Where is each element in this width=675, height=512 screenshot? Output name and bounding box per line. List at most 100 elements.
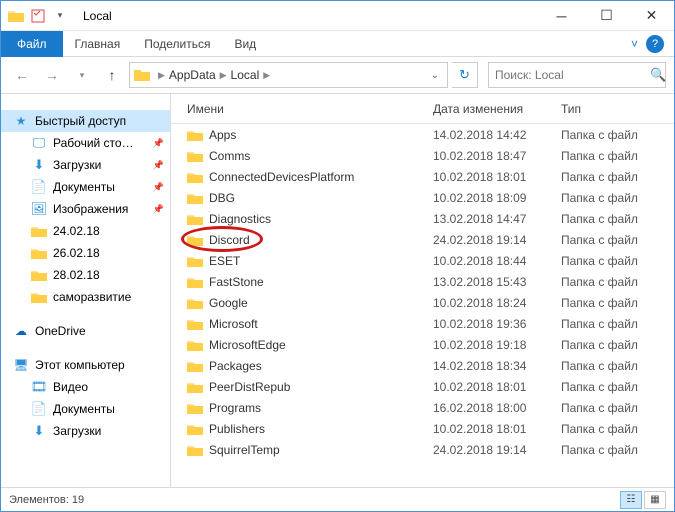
file-name: Comms (209, 149, 250, 163)
file-type: Папка с файл (561, 191, 674, 205)
tab-view[interactable]: Вид (222, 32, 268, 56)
refresh-button[interactable]: ↻ (452, 62, 478, 88)
file-list: Apps14.02.2018 14:42Папка с файлComms10.… (171, 124, 674, 487)
file-name: Apps (209, 128, 236, 142)
file-row[interactable]: Packages14.02.2018 18:34Папка с файл (171, 355, 674, 376)
nav-recent-dropdown[interactable]: ▾ (69, 62, 95, 88)
column-header-name[interactable]: Имени (187, 102, 433, 116)
search-box[interactable]: 🔍 (488, 62, 666, 88)
sidebar-this-pc[interactable]: 🖥 Этот компьютер (1, 354, 170, 376)
address-bar[interactable]: ▶ AppData ▶ Local ▶ ⌄ (129, 62, 448, 88)
file-type: Папка с файл (561, 422, 674, 436)
file-row[interactable]: Apps14.02.2018 14:42Папка с файл (171, 124, 674, 145)
sidebar-quick-access[interactable]: ★ Быстрый доступ (1, 110, 170, 132)
file-name: ESET (209, 254, 240, 268)
file-row[interactable]: ESET10.02.2018 18:44Папка с файл (171, 250, 674, 271)
folder-icon (187, 337, 203, 353)
sidebar-item[interactable]: 26.02.18 (1, 242, 170, 264)
file-date: 10.02.2018 19:18 (433, 338, 561, 352)
folder-icon (187, 421, 203, 437)
nav-up-button[interactable]: ↑ (99, 62, 125, 88)
file-row[interactable]: FastStone13.02.2018 15:43Папка с файл (171, 271, 674, 292)
file-name: MicrosoftEdge (209, 338, 286, 352)
documents-icon: 📄 (31, 179, 47, 195)
this-pc-icon: 🖥 (13, 357, 29, 373)
star-icon: ★ (13, 113, 29, 129)
folder-icon (31, 223, 47, 239)
sidebar-item-label: Рабочий сто… (53, 136, 134, 150)
file-row[interactable]: Google10.02.2018 18:24Папка с файл (171, 292, 674, 313)
help-icon[interactable]: ? (646, 35, 664, 53)
chevron-icon[interactable]: ▶ (156, 70, 167, 81)
file-row[interactable]: Discord24.02.2018 19:14Папка с файл (171, 229, 674, 250)
column-headers: Имени Дата изменения Тип (171, 94, 674, 124)
sidebar-item[interactable]: 📄Документы📌 (1, 176, 170, 198)
maximize-button[interactable]: ☐ (584, 1, 629, 30)
close-button[interactable]: ✕ (629, 1, 674, 30)
folder-icon (187, 169, 203, 185)
file-name: Discord (209, 233, 250, 247)
sidebar-item-label: Документы (53, 402, 115, 416)
breadcrumb-appdata[interactable]: AppData (167, 68, 218, 82)
nav-back-button[interactable]: ← (9, 62, 35, 88)
search-input[interactable] (495, 68, 650, 82)
column-header-type[interactable]: Тип (561, 102, 674, 116)
file-name: FastStone (209, 275, 264, 289)
details-view-button[interactable]: ☷ (620, 491, 642, 509)
sidebar-label: Быстрый доступ (35, 114, 126, 128)
file-tab[interactable]: Файл (1, 31, 63, 57)
sidebar-item-label: саморазвитие (53, 290, 131, 304)
file-row[interactable]: DBG10.02.2018 18:09Папка с файл (171, 187, 674, 208)
file-row[interactable]: Programs16.02.2018 18:00Папка с файл (171, 397, 674, 418)
sidebar-item[interactable]: ⬇Загрузки (1, 420, 170, 442)
icons-view-button[interactable]: ▦ (644, 491, 666, 509)
pin-icon: 📌 (153, 204, 164, 215)
file-row[interactable]: Comms10.02.2018 18:47Папка с файл (171, 145, 674, 166)
folder-icon (187, 253, 203, 269)
body: ★ Быстрый доступ 🖵Рабочий сто…📌⬇Загрузки… (1, 93, 674, 487)
file-type: Папка с файл (561, 338, 674, 352)
sidebar-item[interactable]: 🎞Видео (1, 376, 170, 398)
minimize-button[interactable]: ─ (539, 1, 584, 30)
sidebar-item[interactable]: 📄Документы (1, 398, 170, 420)
tab-home[interactable]: Главная (63, 32, 133, 56)
ribbon-expand-icon[interactable]: ˅ (631, 37, 638, 51)
file-type: Папка с файл (561, 149, 674, 163)
chevron-icon[interactable]: ▶ (218, 70, 229, 81)
address-dropdown-icon[interactable]: ⌄ (427, 70, 443, 81)
file-row[interactable]: ConnectedDevicesPlatform10.02.2018 18:01… (171, 166, 674, 187)
sidebar-item[interactable]: 24.02.18 (1, 220, 170, 242)
explorer-window: ▾ Local ─ ☐ ✕ Файл Главная Поделиться Ви… (0, 0, 675, 512)
tab-share[interactable]: Поделиться (132, 32, 222, 56)
chevron-icon[interactable]: ▶ (261, 70, 272, 81)
file-row[interactable]: Publishers10.02.2018 18:01Папка с файл (171, 418, 674, 439)
sidebar-item[interactable]: 🖵Рабочий сто…📌 (1, 132, 170, 154)
folder-icon (187, 274, 203, 290)
file-row[interactable]: PeerDistRepub10.02.2018 18:01Папка с фай… (171, 376, 674, 397)
sidebar-item[interactable]: ⬇Загрузки📌 (1, 154, 170, 176)
file-type: Папка с файл (561, 317, 674, 331)
file-type: Папка с файл (561, 380, 674, 394)
onedrive-icon: ☁ (13, 323, 29, 339)
file-type: Папка с файл (561, 128, 674, 142)
file-row[interactable]: SquirrelTemp24.02.2018 19:14Папка с файл (171, 439, 674, 460)
sidebar-label: Этот компьютер (35, 358, 125, 372)
breadcrumb-local[interactable]: Local (229, 68, 262, 82)
sidebar-item[interactable]: 🖼Изображения📌 (1, 198, 170, 220)
file-row[interactable]: MicrosoftEdge 10.02.2018 19:18Папка с фай… (171, 334, 674, 355)
column-header-date[interactable]: Дата изменения (433, 102, 561, 116)
sidebar-item[interactable]: саморазвитие (1, 286, 170, 308)
nav-forward-button[interactable]: → (39, 62, 65, 88)
properties-icon[interactable] (29, 7, 47, 25)
qat-dropdown-icon[interactable]: ▾ (51, 7, 69, 25)
search-icon[interactable]: 🔍 (650, 67, 666, 83)
sidebar-onedrive[interactable]: ☁ OneDrive (1, 320, 170, 342)
folder-icon (31, 245, 47, 261)
pin-icon: 📌 (153, 160, 164, 171)
file-type: Папка с файл (561, 359, 674, 373)
file-name: Publishers (209, 422, 265, 436)
file-row[interactable]: Diagnostics13.02.2018 14:47Папка с файл (171, 208, 674, 229)
file-date: 24.02.2018 19:14 (433, 233, 561, 247)
sidebar-item[interactable]: 28.02.18 (1, 264, 170, 286)
file-row[interactable]: Microsoft10.02.2018 19:36Папка с файл (171, 313, 674, 334)
